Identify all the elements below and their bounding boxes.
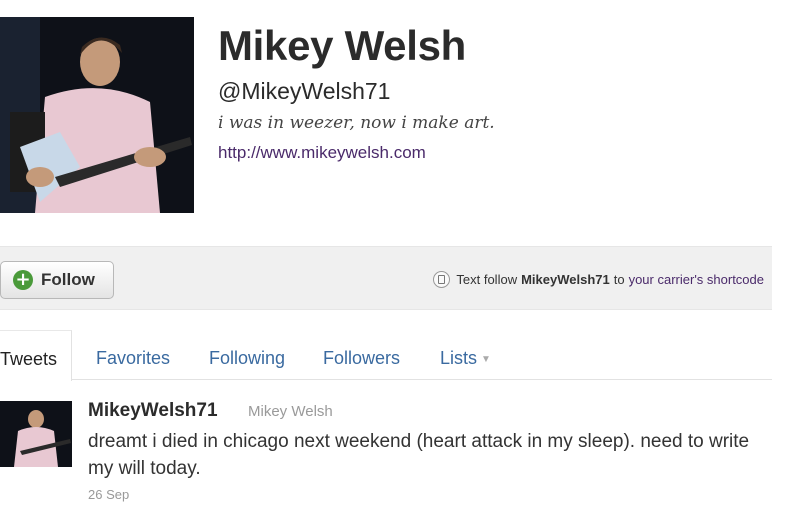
tweet-username[interactable]: MikeyWelsh71	[88, 400, 218, 422]
tweet-item: MikeyWelsh71 Mikey Welsh dreamt i died i…	[0, 392, 772, 502]
profile-url-link[interactable]: http://www.mikeywelsh.com	[218, 143, 426, 163]
tweet-text: dreamt i died in chicago next weekend (h…	[88, 431, 750, 479]
tab-lists[interactable]: Lists ▼	[440, 348, 491, 369]
sms-to: to	[613, 272, 625, 287]
action-bar: + Follow Text follow MikeyWelsh71 to you…	[0, 246, 772, 310]
profile-avatar[interactable]	[0, 17, 194, 213]
follow-button[interactable]: + Follow	[0, 261, 114, 299]
tweet-avatar[interactable]	[0, 401, 72, 467]
chevron-down-icon: ▼	[481, 353, 491, 365]
profile-photo	[0, 17, 194, 213]
tab-followers[interactable]: Followers	[323, 348, 400, 369]
phone-icon	[433, 271, 451, 288]
sms-prefix: Text follow	[456, 272, 518, 287]
profile-name: Mikey Welsh	[218, 22, 467, 69]
carrier-shortcode-link[interactable]: your carrier's shortcode	[629, 272, 764, 287]
plus-icon: +	[13, 270, 33, 290]
sms-follow-info: Text follow MikeyWelsh71 to your carrier…	[433, 271, 764, 288]
tweet-avatar-photo	[0, 401, 72, 467]
tab-following[interactable]: Following	[209, 348, 285, 369]
profile-tabs: Tweets Favorites Following Followers Lis…	[0, 330, 772, 381]
profile-bio: i was in weezer, now i make art.	[218, 113, 495, 133]
sms-keyword: MikeyWelsh71	[521, 272, 610, 287]
tweet-fullname: Mikey Welsh	[248, 403, 333, 420]
tweet-timestamp[interactable]: 26 Sep	[88, 487, 129, 502]
tab-favorites[interactable]: Favorites	[96, 348, 170, 369]
profile-handle: @MikeyWelsh71	[218, 78, 391, 104]
tab-lists-label: Lists	[440, 348, 478, 368]
follow-button-label: Follow	[41, 270, 95, 289]
tab-tweets[interactable]: Tweets	[0, 330, 73, 381]
